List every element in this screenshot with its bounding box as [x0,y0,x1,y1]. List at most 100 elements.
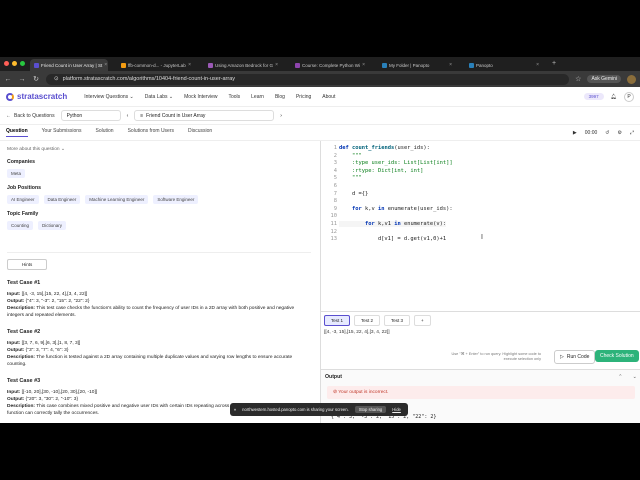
code-line[interactable]: :type user_ids: List[List[int]] [339,160,453,166]
next-question-icon[interactable]: › [280,113,282,119]
test-tab[interactable]: + [414,315,431,326]
browser-tab[interactable]: My Folder | Panopto × [378,59,456,71]
test-case-output-label: Output: [7,397,25,402]
error-icon: ⊘ [333,390,338,395]
nav-item[interactable]: Data Labs ⌄ [145,94,173,100]
nav-item[interactable]: Pricing [296,94,311,100]
run-hint: Use "⌘ + Enter" to run query. Highlight … [451,352,541,361]
tab-favicon [469,62,474,68]
run-code-button[interactable]: ▷ Run Code [554,350,596,364]
run-icon: ▷ [560,354,564,360]
positions-heading: Job Positions [7,185,42,191]
tab-discussion[interactable]: Discussion [188,128,212,137]
position-chip[interactable]: Software Engineer [153,195,199,204]
nav-item[interactable]: Tools [228,94,240,100]
nav-item[interactable]: Interview Questions ⌄ [84,94,134,100]
close-tab-icon[interactable]: × [188,62,191,68]
back-label: Back to Questions [14,112,55,119]
code-line[interactable]: """ [339,175,362,181]
question-title: Friend Count in User Array [146,112,206,119]
code-line[interactable]: d[v1] = d.get(v1,0)+1 [339,236,446,242]
close-tab-icon[interactable]: × [449,62,452,68]
browser-tab[interactable]: Friend Count in User Array | St × [30,59,108,71]
position-chip[interactable]: AI Engineer [7,195,39,204]
more-about-link[interactable]: More about this question ⌄ [7,147,311,152]
new-tab-icon[interactable]: + [552,60,556,67]
premium-badge[interactable]: 3997 [583,93,604,100]
site-logo[interactable]: stratascratch [6,92,67,101]
site-info-icon[interactable]: ⊙ [54,76,59,82]
collapse-icon[interactable]: ⌃ [618,374,622,380]
company-chip[interactable]: Meta [7,169,26,178]
browser-tab[interactable]: Using Amazon Bedrock for G × [204,59,282,71]
topic-chip[interactable]: Dictionary [38,221,67,230]
play-icon[interactable]: ▶ [573,130,577,136]
line-number: 5 [333,175,337,182]
position-chip[interactable]: Machine Learning Engineer [85,195,149,204]
bookmark-icon[interactable]: ☆ [575,75,581,83]
test-case-input-value: [[3, 7, 6, 9],[6, 3],[1, 8, 7, 3]] [21,341,81,346]
code-line[interactable]: """ [339,153,362,159]
question-bar: ← Back to Questions Python ‹ ≡ Friend Coun… [0,107,640,125]
stop-sharing-button[interactable]: Stop sharing [354,406,387,413]
error-message: ⊘ Your output is incorrect. [327,386,635,399]
hints-button[interactable]: Hints [7,259,48,270]
test-tab[interactable]: Test 3 [384,315,411,326]
tab-your-submissions[interactable]: Your Submissions [42,128,82,137]
test-case-input-label: Input: [7,292,21,297]
code-line[interactable]: for k,v1 in enumerate(v): [339,221,447,227]
test-tab[interactable]: Test 2 [354,315,381,326]
companies-heading: Companies [7,159,35,165]
browser-tab[interactable]: Course: Complete Python Wi × [291,59,369,71]
test-case-output-value: {"4": 3, "-3": 2, "15": 2, "22": 2} [25,299,90,304]
nav-item[interactable]: Blog [275,94,285,100]
user-avatar[interactable]: P [624,91,634,102]
close-tab-icon[interactable]: × [362,62,365,68]
tab-favicon [208,62,213,68]
language-value: Python [66,112,83,119]
code-line[interactable]: for k,v in enumerate(user_ids): [339,206,453,212]
browser-tab[interactable]: Panopto × [465,59,543,71]
test-case-output: Output: {"4": 3, "-3": 2, "15": 2, "22":… [7,298,311,305]
back-to-questions-link[interactable]: ← Back to Questions [6,113,55,119]
close-tab-icon[interactable]: × [275,62,278,68]
close-output-icon[interactable]: ⌄ [633,374,637,380]
hide-button[interactable]: Hide [392,407,401,412]
bell-icon[interactable]: 🔔︎ [611,94,617,100]
tab-question[interactable]: Question [6,128,28,137]
nav-item[interactable]: Learn [251,94,264,100]
fullscreen-icon[interactable]: ⤢ [630,130,634,136]
code-editor[interactable]: 1 def count_friends(user_ids): 2 """ 3 :typ… [321,141,640,311]
position-chip[interactable]: Data Engineer [43,195,81,204]
code-line[interactable]: d ={} [339,191,368,197]
close-tab-icon[interactable]: × [536,62,539,68]
forward-icon[interactable]: → [18,76,26,83]
tab-solutions-from-users[interactable]: Solutions from Users [128,128,174,137]
tab-favicon [34,62,39,68]
line-number: 4 [333,167,337,174]
reset-icon[interactable]: ↺ [605,130,609,136]
check-solution-button[interactable]: Check Solution [595,350,639,362]
prev-question-icon[interactable]: ‹ [127,113,129,119]
topic-chip[interactable]: Counting [7,221,34,230]
nav-item[interactable]: About [322,94,335,100]
url-field[interactable]: ⊙ platform.stratascratch.com/algorithms/1… [46,73,570,85]
test-case-description-label: Description: [7,355,35,360]
close-tab-icon[interactable]: × [104,62,107,68]
language-select[interactable]: Python [60,110,121,121]
test-input[interactable]: [[4, -3, 15],[15, 22, 4],[3, 4, 22]] [324,330,638,335]
profile-avatar[interactable] [627,74,636,84]
reload-icon[interactable]: ↻ [32,75,40,83]
tab-label: Panopto [476,62,493,68]
code-line[interactable]: def count_friends(user_ids): [339,145,430,151]
ask-gemini-button[interactable]: Ask Gemini [587,75,621,83]
back-icon[interactable]: ← [4,76,12,83]
code-line[interactable]: :rtype: Dict[int, int] [339,168,423,174]
nav-item[interactable]: Mock Interview [184,94,217,100]
window-controls[interactable] [4,61,25,66]
test-tab[interactable]: Test 1 [324,315,351,326]
browser-tab[interactable]: ffb-common-d... - JupyterLab × [117,59,195,71]
tab-solution[interactable]: Solution [96,128,114,137]
settings-icon[interactable]: ⚙ [618,130,622,136]
question-select[interactable]: ≡ Friend Count in User Array [134,110,275,121]
